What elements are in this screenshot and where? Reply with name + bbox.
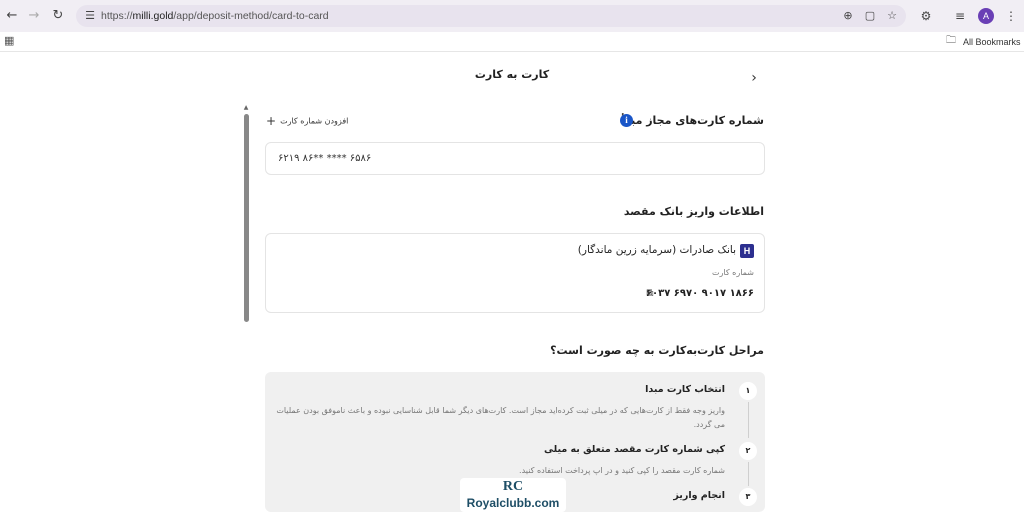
all-bookmarks-link[interactable]: All Bookmarks [963, 32, 1021, 52]
plus-icon: + [266, 114, 277, 128]
cast-icon[interactable]: ▢ [862, 8, 878, 24]
step-number-1: ۱ [739, 382, 757, 400]
page-header: کارت به کارت › [0, 52, 1024, 102]
scrollbar-thumb[interactable] [244, 114, 249, 322]
step-number-3: ۳ [739, 488, 757, 506]
site-info-icon[interactable]: ☰ [82, 8, 98, 24]
step-desc-1: واریز وجه فقط از کارت‌هایی که در میلی ثب… [276, 406, 725, 429]
bank-saderat-logo-icon: H [740, 244, 754, 258]
kebab-menu-icon[interactable]: ⋮ [1001, 6, 1021, 26]
extensions-icon[interactable]: ⚙ [916, 6, 936, 26]
folder-icon[interactable]: 🗀 [946, 35, 960, 47]
add-card-label: افزودن شماره کارت [280, 116, 349, 126]
card-number-label: شماره کارت [711, 268, 754, 277]
forward-arrow-icon[interactable]: → [24, 6, 44, 26]
step-title-3: انجام واریز [673, 490, 725, 501]
bookmark-star-icon[interactable]: ☆ [884, 8, 900, 24]
deposit-content: شماره کارت‌های مجاز مبدأ i افزودن شماره … [252, 100, 772, 512]
reload-icon[interactable]: ↻ [48, 6, 68, 26]
browser-toolbar: ← → ↻ ☰ https://milli.gold/app/deposit-m… [0, 0, 1024, 32]
add-card-button[interactable]: افزودن شماره کارت+ [266, 114, 348, 130]
step-desc-2: شماره کارت مقصد را کپی کنید و در اپ پردا… [519, 466, 725, 475]
step-connector [748, 402, 749, 438]
source-cards-heading: شماره کارت‌های مجاز مبدأ [620, 114, 764, 127]
destination-heading: اطلاعات واریز بانک مقصد [623, 205, 764, 218]
back-arrow-icon[interactable]: ← [2, 6, 22, 26]
page-title: کارت به کارت [474, 68, 550, 81]
destination-card: H بانک صادرات (سرمایه زرین ماندگار) شمار… [265, 233, 765, 313]
step-title-1: انتخاب کارت مبدا [645, 384, 725, 395]
step-number-2: ۲ [739, 442, 757, 460]
watermark-text: Royalclubb.com [466, 496, 560, 510]
bookmarks-bar: ▦ 🗀 All Bookmarks [0, 32, 1024, 52]
source-card-item[interactable]: ۶۲۱۹ ۸۶** **** ۶۵۸۶ [265, 142, 765, 175]
zoom-icon[interactable]: ⊕ [840, 8, 856, 24]
scrollbar[interactable]: ▲ [242, 104, 250, 512]
url-text[interactable]: https://milli.gold/app/deposit-method/ca… [101, 5, 329, 27]
masked-card-number: ۶۲۱۹ ۸۶** **** ۶۵۸۶ [278, 153, 372, 164]
bank-name: بانک صادرات (سرمایه زرین ماندگار) [577, 244, 736, 256]
profile-avatar[interactable]: A [978, 8, 994, 24]
watermark-logo: RC [502, 479, 524, 494]
chevron-right-icon[interactable]: › [746, 70, 762, 86]
destination-card-number: ۶۰۳۷ ۶۹۷۰ ۹۰۱۷ ۱۸۶۶ [645, 288, 754, 299]
apps-grid-icon[interactable]: ▦ [4, 35, 16, 47]
step-connector [748, 462, 749, 486]
steps-heading: مراحل کارت‌به‌کارت به چه صورت است؟ [550, 344, 764, 357]
scroll-up-arrow-icon[interactable]: ▲ [242, 104, 250, 112]
media-queue-icon[interactable]: ≡ [950, 6, 970, 26]
copy-icon[interactable]: ⧉ [644, 288, 656, 300]
step-title-2: کپی شماره کارت مقصد متعلق به میلی [543, 444, 725, 455]
watermark: RC Royalclubb.com [460, 478, 566, 512]
address-bar[interactable]: ☰ https://milli.gold/app/deposit-method/… [76, 5, 906, 27]
info-icon[interactable]: i [620, 114, 633, 127]
